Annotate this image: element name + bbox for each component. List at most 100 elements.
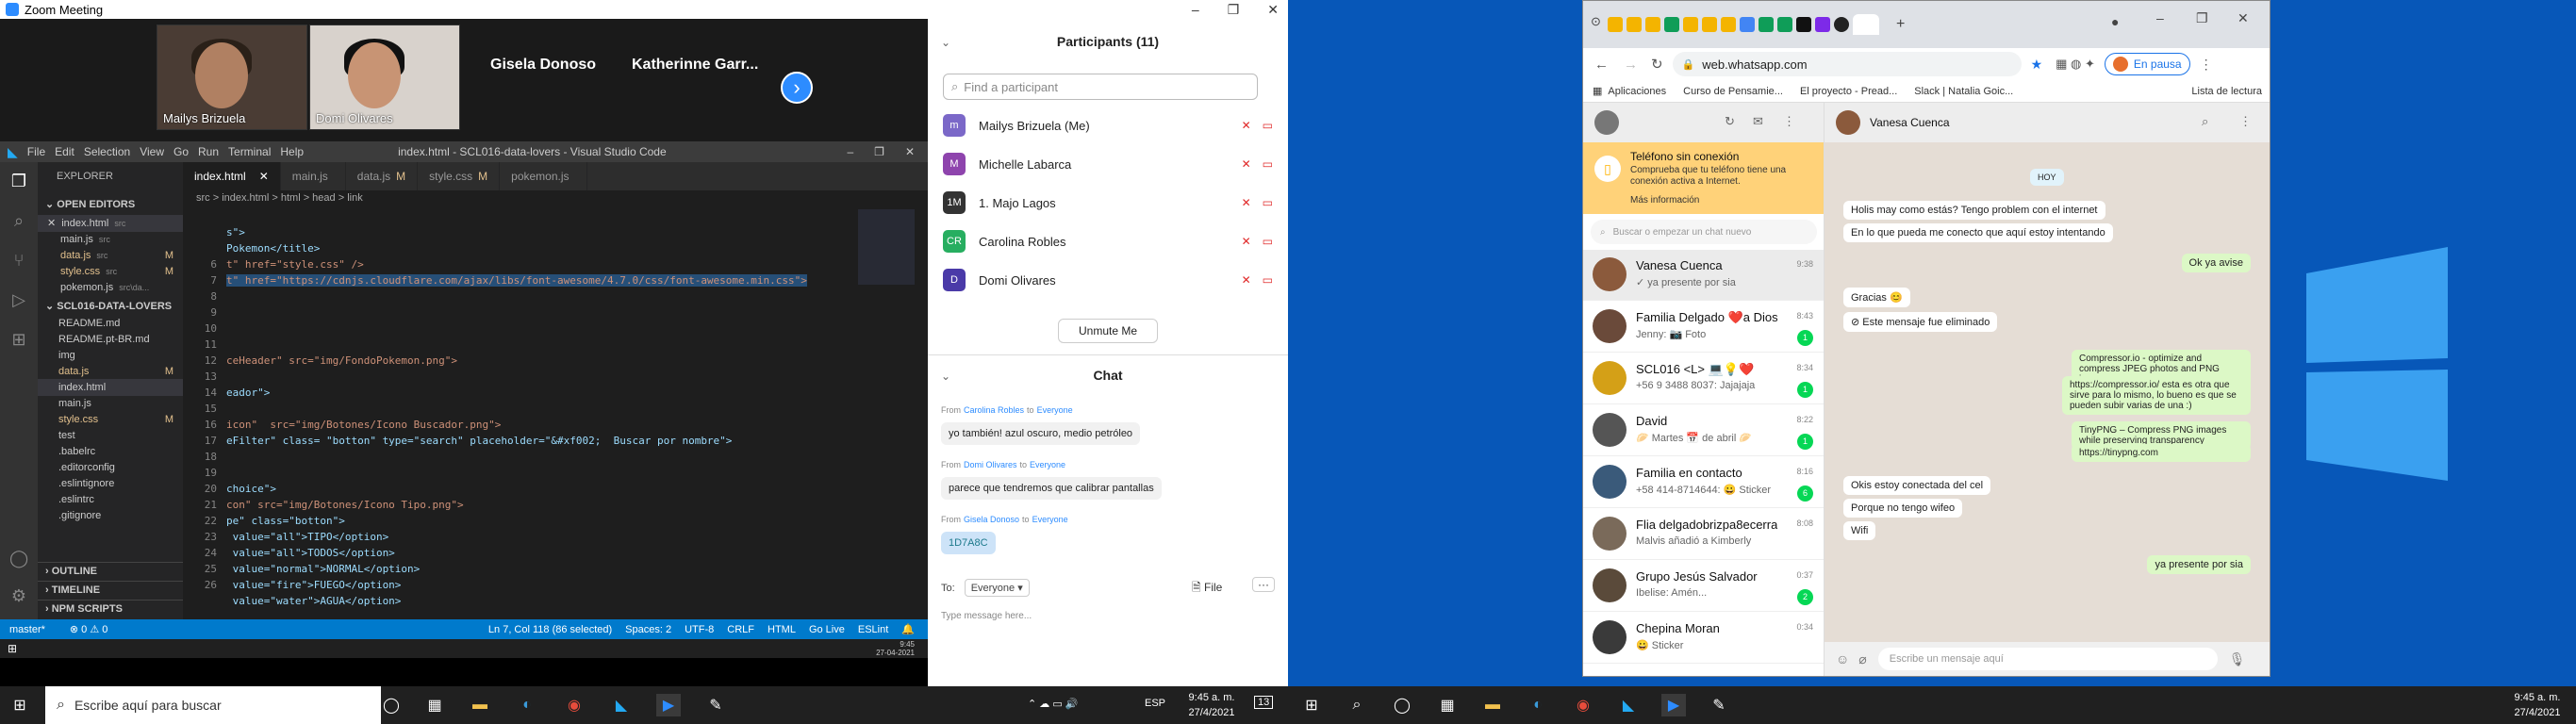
chat-input[interactable]: Type message here... bbox=[941, 611, 1032, 621]
tab-icon[interactable] bbox=[1815, 17, 1830, 32]
bookmark-slack[interactable]: Slack | Natalia Goic... bbox=[1914, 86, 2013, 97]
windows-start-icon[interactable]: ⊞ bbox=[8, 694, 32, 716]
menu-help[interactable]: Help bbox=[280, 145, 304, 158]
vscode-icon[interactable]: ◣ bbox=[1616, 694, 1641, 716]
muted-mic-icon[interactable]: ✕ bbox=[1242, 119, 1251, 132]
microphone-icon[interactable]: 🎙 bbox=[2229, 651, 2246, 667]
more-options-button[interactable]: ··· bbox=[1252, 577, 1275, 592]
git-branch[interactable]: master* bbox=[9, 624, 45, 635]
tab-icon[interactable] bbox=[1740, 17, 1755, 32]
tab-icon[interactable] bbox=[1759, 17, 1774, 32]
menu-go[interactable]: Go bbox=[173, 145, 189, 158]
menu-icon[interactable]: ⋮ bbox=[2239, 114, 2252, 129]
file-tree-item[interactable]: main.js bbox=[38, 395, 183, 412]
chat-message[interactable]: En lo que pueda me conecto que aquí esto… bbox=[1843, 223, 2113, 242]
chrome-icon[interactable]: ◉ bbox=[562, 694, 586, 716]
file-tree-item[interactable]: .eslintignore bbox=[38, 475, 183, 492]
muted-mic-icon[interactable]: ✕ bbox=[1242, 235, 1251, 248]
chat-list-item[interactable]: David 🥟 Martes 📅 de abril 🥟 8:22 1 bbox=[1583, 405, 1824, 456]
name-tile-gisela[interactable]: Gisela Donoso bbox=[490, 57, 596, 74]
run-debug-icon[interactable]: ▷ bbox=[9, 290, 28, 309]
active-tab-whatsapp[interactable] bbox=[1853, 14, 1879, 35]
participant-row[interactable]: M Michelle Labarca ✕ ▭ bbox=[943, 150, 1273, 178]
video-tile-domi[interactable]: Domi Olivares bbox=[309, 25, 460, 130]
avatar[interactable] bbox=[1594, 110, 1619, 135]
indentation[interactable]: Spaces: 2 bbox=[625, 624, 671, 635]
maximize-icon[interactable]: ❐ bbox=[874, 145, 884, 158]
menu-selection[interactable]: Selection bbox=[84, 145, 130, 158]
status-icon[interactable]: ↻ bbox=[1725, 114, 1735, 129]
cursor-position[interactable]: Ln 7, Col 118 (86 selected) bbox=[488, 624, 612, 635]
file-tree-item[interactable]: index.html bbox=[38, 379, 183, 396]
emoji-icon[interactable]: ☺ bbox=[1836, 651, 1849, 666]
new-chat-icon[interactable]: ✉ bbox=[1753, 114, 1763, 129]
chrome-menu-icon[interactable]: ⋮ bbox=[2200, 57, 2213, 73]
reading-list[interactable]: Lista de lectura bbox=[2191, 86, 2262, 97]
open-editor-item[interactable]: style.css src M bbox=[38, 263, 183, 280]
participant-row[interactable]: m Mailys Brizuela (Me) ✕ ▭ bbox=[943, 111, 1273, 140]
files-icon[interactable]: ❐ bbox=[9, 172, 28, 190]
minimize-icon[interactable]: – bbox=[847, 145, 853, 158]
chat-message[interactable]: https://compressor.io/ esta es otra que … bbox=[2062, 376, 2251, 415]
encoding[interactable]: UTF-8 bbox=[685, 624, 714, 635]
file-tree-item[interactable]: .gitignore bbox=[38, 507, 183, 524]
editor-tab[interactable]: index.html ✕ bbox=[183, 162, 281, 190]
file-tree-item[interactable]: style.css M bbox=[38, 411, 183, 428]
muted-mic-icon[interactable]: ✕ bbox=[1242, 196, 1251, 209]
extensions-icon[interactable]: ⊞ bbox=[9, 330, 28, 349]
message-input[interactable]: Escribe un mensaje aquí bbox=[1877, 648, 2218, 670]
problems-count[interactable]: ⊗ 0 ⚠ 0 bbox=[70, 623, 107, 635]
address-bar[interactable]: 🔒 web.whatsapp.com bbox=[1672, 52, 2022, 76]
paint-icon[interactable]: ✎ bbox=[1707, 694, 1731, 716]
chat-list-item[interactable]: Chepina Moran 😀 Sticker 0:34 bbox=[1583, 613, 1824, 664]
npm-scripts-header[interactable]: › NPM SCRIPTS bbox=[38, 600, 183, 617]
eslint-status[interactable]: ESLint bbox=[858, 624, 888, 635]
menu-file[interactable]: File bbox=[27, 145, 45, 158]
participant-row[interactable]: 1M 1. Majo Lagos ✕ ▭ bbox=[943, 189, 1273, 217]
media-icon[interactable]: ● bbox=[2111, 14, 2119, 29]
menu-icon[interactable]: ⋮ bbox=[1783, 114, 1795, 129]
attach-icon[interactable]: ⌀ bbox=[1858, 651, 1866, 667]
edge-icon[interactable]: ◐ bbox=[1526, 694, 1550, 716]
menu-terminal[interactable]: Terminal bbox=[228, 145, 271, 158]
tab-icon[interactable] bbox=[1777, 17, 1792, 32]
chat-list-item[interactable]: Grupo Jesús Salvador Ibelise: Amén... 0:37… bbox=[1583, 561, 1824, 612]
close-icon[interactable]: ✕ bbox=[259, 170, 269, 183]
go-live-button[interactable]: Go Live bbox=[809, 624, 845, 635]
next-page-button[interactable]: › bbox=[781, 72, 813, 104]
chat-message-text[interactable]: 1D7A8C bbox=[941, 532, 996, 554]
chat-message[interactable]: Okis estoy conectada del cel bbox=[1843, 476, 1991, 495]
zoom-icon[interactable]: ▶ bbox=[1661, 694, 1686, 716]
back-icon[interactable]: ← bbox=[1594, 57, 1609, 73]
menu-edit[interactable]: Edit bbox=[55, 145, 74, 158]
project-header[interactable]: ⌄ SCL016-DATA-LOVERS bbox=[38, 298, 183, 315]
reload-icon[interactable]: ↻ bbox=[1651, 56, 1663, 73]
zoom-icon[interactable]: ▶ bbox=[656, 694, 681, 716]
taskbar-search-box[interactable]: ⌕ Escribe aquí para buscar bbox=[45, 686, 381, 724]
windows-start-icon[interactable]: ⊞ bbox=[8, 642, 17, 655]
editor-tab[interactable]: pokemon.js bbox=[500, 162, 587, 190]
tab-icon[interactable] bbox=[1664, 17, 1679, 32]
menu-view[interactable]: View bbox=[140, 145, 164, 158]
maximize-icon[interactable]: ❐ bbox=[2196, 10, 2208, 26]
bookmark-proyecto[interactable]: El proyecto - Pread... bbox=[1800, 86, 1897, 97]
windows-start-icon[interactable]: ⊞ bbox=[1299, 694, 1324, 716]
wa-search-input[interactable]: ⌕ Buscar o empezar un chat nuevo bbox=[1591, 220, 1817, 244]
open-editor-item[interactable]: main.js src bbox=[38, 231, 183, 248]
video-off-icon[interactable]: ▭ bbox=[1263, 235, 1273, 248]
profile-paused-button[interactable]: En pausa bbox=[2104, 53, 2190, 75]
menu-run[interactable]: Run bbox=[198, 145, 219, 158]
video-off-icon[interactable]: ▭ bbox=[1263, 157, 1273, 171]
file-tree-item[interactable]: data.js M bbox=[38, 363, 183, 380]
video-tile-mailys[interactable]: Mailys Brizuela bbox=[157, 25, 307, 130]
name-tile-katherinne[interactable]: Katherinne Garr... bbox=[632, 57, 758, 74]
close-icon[interactable]: ✕ bbox=[47, 218, 56, 229]
search-icon[interactable]: ⌕ bbox=[1345, 694, 1369, 716]
video-off-icon[interactable]: ▭ bbox=[1263, 273, 1273, 287]
vscode-icon[interactable]: ◣ bbox=[609, 694, 634, 716]
gear-icon[interactable]: ⚙ bbox=[9, 586, 28, 605]
source-control-icon[interactable]: ⑂ bbox=[9, 251, 28, 270]
editor-tab[interactable]: style.css M bbox=[418, 162, 501, 190]
editor-tab[interactable]: data.js M bbox=[345, 162, 419, 190]
line-ending[interactable]: CRLF bbox=[727, 624, 754, 635]
